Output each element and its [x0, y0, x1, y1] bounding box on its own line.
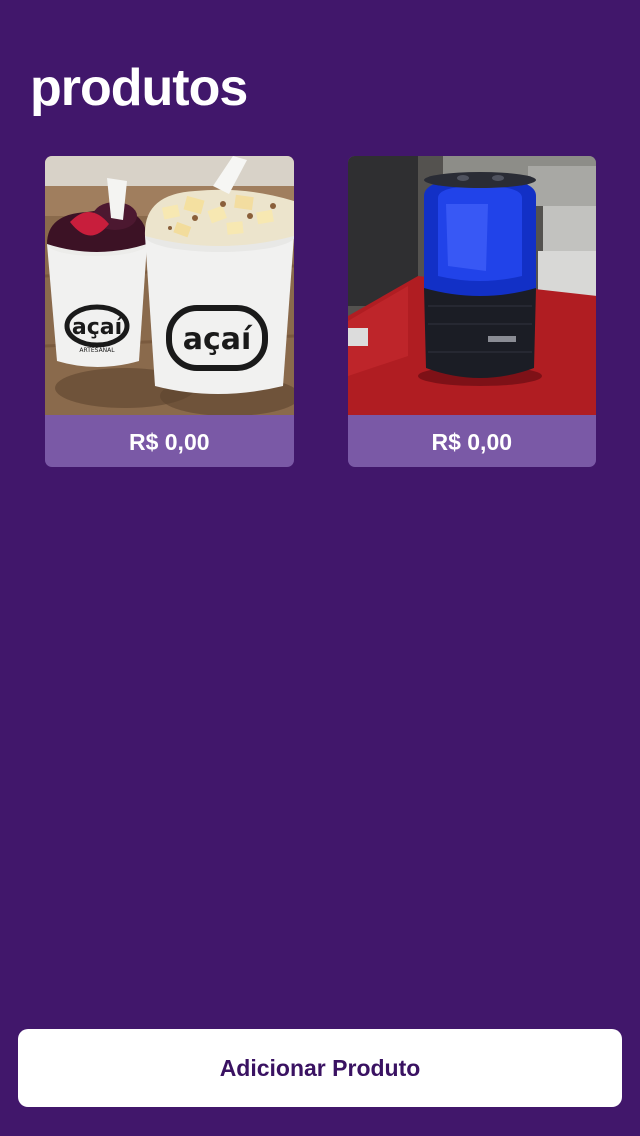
product-card[interactable]: R$ 0,00: [347, 156, 596, 467]
product-card[interactable]: açaí ARTESANAL açaí R$ 0,00: [45, 156, 294, 467]
product-image-speaker: [347, 156, 596, 415]
acai-logo-text: açaí: [72, 315, 124, 340]
product-image-acai: açaí ARTESANAL açaí: [45, 156, 294, 415]
product-grid: açaí ARTESANAL açaí R$ 0,00 R$ 0,00: [45, 156, 596, 467]
acai-logo-subtext: ARTESANAL: [79, 347, 115, 354]
product-price: R$ 0,00: [431, 429, 513, 455]
product-price: R$ 0,00: [128, 429, 210, 455]
page-title: produtos: [30, 59, 248, 117]
svg-text:açaí: açaí: [183, 322, 253, 357]
add-product-button[interactable]: Adicionar Produto: [18, 1029, 622, 1107]
